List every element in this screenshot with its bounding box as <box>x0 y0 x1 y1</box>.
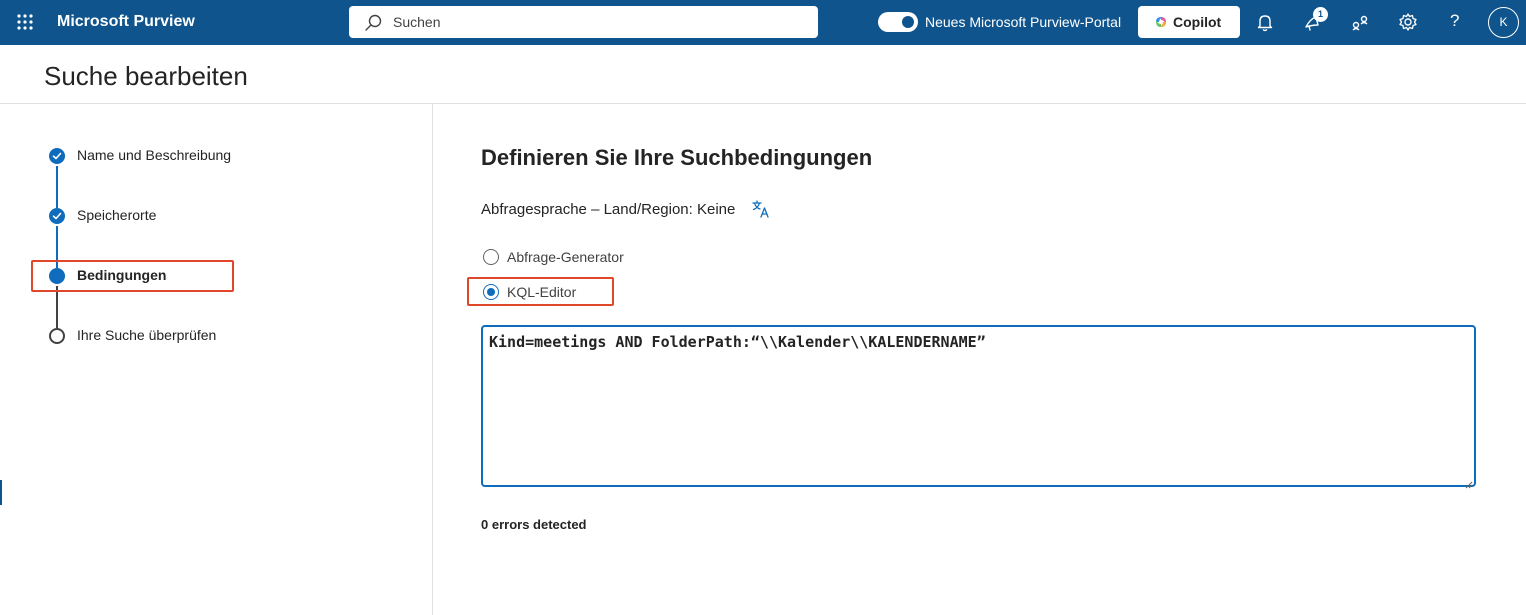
step-connector <box>56 166 58 208</box>
copilot-icon <box>1154 15 1168 29</box>
search-icon <box>364 14 382 37</box>
step-connector <box>56 286 58 328</box>
edge-marker <box>0 480 2 505</box>
query-builder-radio[interactable] <box>483 249 499 265</box>
search-box[interactable] <box>349 6 818 38</box>
section-heading: Definieren Sie Ihre Suchbedingungen <box>481 145 873 170</box>
search-input[interactable] <box>393 6 793 38</box>
step-label: Speicherorte <box>77 207 157 223</box>
app-title[interactable]: Microsoft Purview <box>57 13 195 31</box>
header-divider <box>0 103 1526 104</box>
help-icon[interactable]: ? <box>1450 11 1459 31</box>
step-label: Ihre Suche überprüfen <box>77 327 217 343</box>
bell-icon[interactable] <box>1254 11 1276 33</box>
annotation-highlight-kql <box>467 277 614 306</box>
step-label: Name und Beschreibung <box>77 147 232 163</box>
copilot-button[interactable]: Copilot <box>1138 6 1240 38</box>
top-bar: Microsoft Purview Neues Microsoft Purvie… <box>0 0 1526 45</box>
notification-badge: 1 <box>1313 7 1328 22</box>
page-title: Suche bearbeiten <box>44 61 248 91</box>
step-complete-icon <box>49 208 65 224</box>
connections-icon[interactable] <box>1349 11 1371 33</box>
copilot-label: Copilot <box>1173 14 1222 30</box>
resize-grip-icon[interactable] <box>1465 476 1473 489</box>
kql-query-editor[interactable]: Kind=meetings AND FolderPath:“\\Kalender… <box>481 325 1476 487</box>
new-portal-toggle-label: Neues Microsoft Purview-Portal <box>925 14 1122 30</box>
step-pending-icon <box>49 328 65 344</box>
error-status: 0 errors detected <box>481 517 587 532</box>
toggle-knob <box>902 16 914 28</box>
new-portal-toggle[interactable] <box>878 12 918 32</box>
step-complete-icon <box>49 148 65 164</box>
gear-icon[interactable] <box>1397 11 1419 33</box>
avatar[interactable]: K <box>1488 7 1519 38</box>
panel-divider <box>432 104 433 615</box>
translate-icon[interactable] <box>751 199 771 219</box>
query-language-text: Abfragesprache – Land/Region: Keine <box>481 201 736 218</box>
app-launcher-icon[interactable] <box>16 13 34 31</box>
annotation-highlight-conditions <box>31 260 234 292</box>
query-builder-label[interactable]: Abfrage-Generator <box>507 249 624 265</box>
